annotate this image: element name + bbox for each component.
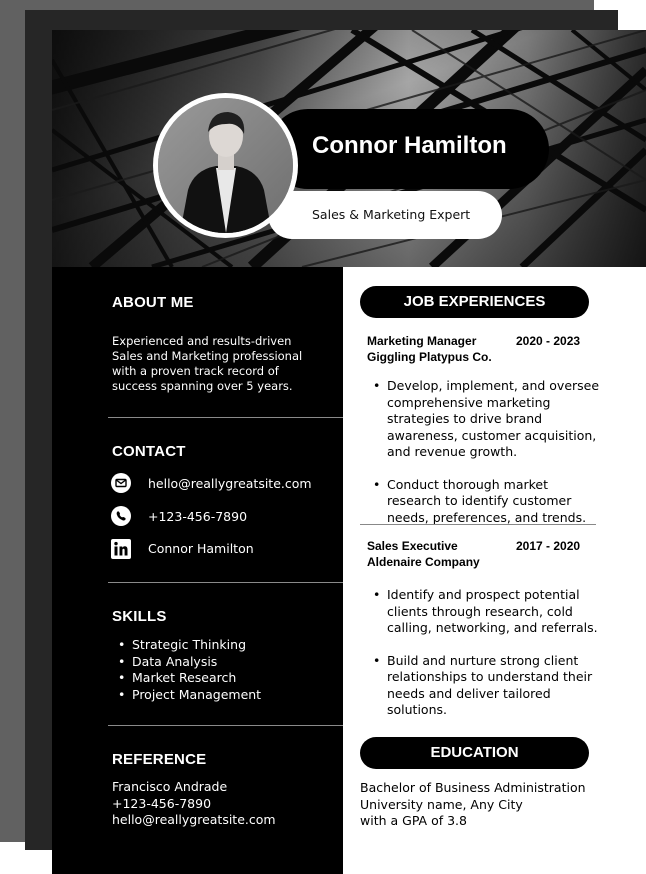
skill-item: Project Management <box>112 687 261 704</box>
candidate-title: Sales & Marketing Expert <box>312 207 471 222</box>
about-line: Experienced and results-driven <box>112 334 292 348</box>
job-2-company: Aldenaire Company <box>367 555 480 569</box>
divider <box>108 725 343 726</box>
job-bullet: Identify and prospect potential clients … <box>367 587 602 637</box>
avatar <box>158 98 293 233</box>
about-line: Sales and Marketing professional <box>112 349 303 363</box>
contact-email[interactable]: hello@reallygreatsite.com <box>148 476 312 491</box>
job-2-role: Sales Executive <box>367 539 458 553</box>
reference-phone[interactable]: +123-456-7890 <box>112 796 276 813</box>
skills-heading: SKILLS <box>112 608 167 625</box>
reference-name: Francisco Andrade <box>112 779 228 794</box>
job-bullet: Develop, implement, and oversee comprehe… <box>367 378 602 461</box>
job-2-title: Sales Executive Aldenaire Company <box>367 538 480 570</box>
skill-item: Market Research <box>112 670 261 687</box>
phone-icon <box>111 506 131 526</box>
job-1-dates: 2020 - 2023 <box>516 334 581 348</box>
contact-heading: CONTACT <box>112 443 186 460</box>
contact-linkedin[interactable]: Connor Hamilton <box>148 541 254 556</box>
divider <box>360 524 596 525</box>
reference-heading: REFERENCE <box>112 751 207 768</box>
job-1-role: Marketing Manager <box>367 334 477 348</box>
job-1-company: Giggling Platypus Co. <box>367 350 492 364</box>
job-experiences-heading: JOB EXPERIENCES <box>360 286 589 318</box>
divider <box>108 582 343 583</box>
education-block: Bachelor of Business Administration Univ… <box>360 780 586 830</box>
job-bullet: Conduct thorough market research to iden… <box>367 477 602 527</box>
education-line: Bachelor of Business Administration <box>360 780 586 795</box>
job-bullet: Build and nurture strong client relation… <box>367 653 602 719</box>
envelope-icon <box>111 473 131 493</box>
about-line: success spanning over 5 years. <box>112 379 293 393</box>
about-text: Experienced and results-driven Sales and… <box>112 334 302 394</box>
reference-email[interactable]: hello@reallygreatsite.com <box>112 812 276 829</box>
job-2-dates: 2017 - 2020 <box>516 539 581 553</box>
education-heading: EDUCATION <box>360 737 589 769</box>
job-2-bullets: Identify and prospect potential clients … <box>367 587 602 735</box>
education-line: with a GPA of 3.8 <box>360 813 467 828</box>
skills-list: Strategic Thinking Data Analysis Market … <box>112 637 261 703</box>
education-line: University name, Any City <box>360 796 523 812</box>
linkedin-icon <box>111 539 131 559</box>
candidate-name: Connor Hamilton <box>312 132 507 159</box>
about-line: with a proven track record of <box>112 364 279 378</box>
divider <box>108 417 343 418</box>
skill-item: Data Analysis <box>112 654 261 671</box>
skill-item: Strategic Thinking <box>112 637 261 654</box>
job-1-title: Marketing Manager Giggling Platypus Co. <box>367 333 492 365</box>
about-heading: ABOUT ME <box>112 294 194 311</box>
job-1-bullets: Develop, implement, and oversee comprehe… <box>367 378 602 542</box>
reference-block: Francisco Andrade +123-456-7890 hello@re… <box>112 779 276 829</box>
contact-phone[interactable]: +123-456-7890 <box>148 509 247 524</box>
